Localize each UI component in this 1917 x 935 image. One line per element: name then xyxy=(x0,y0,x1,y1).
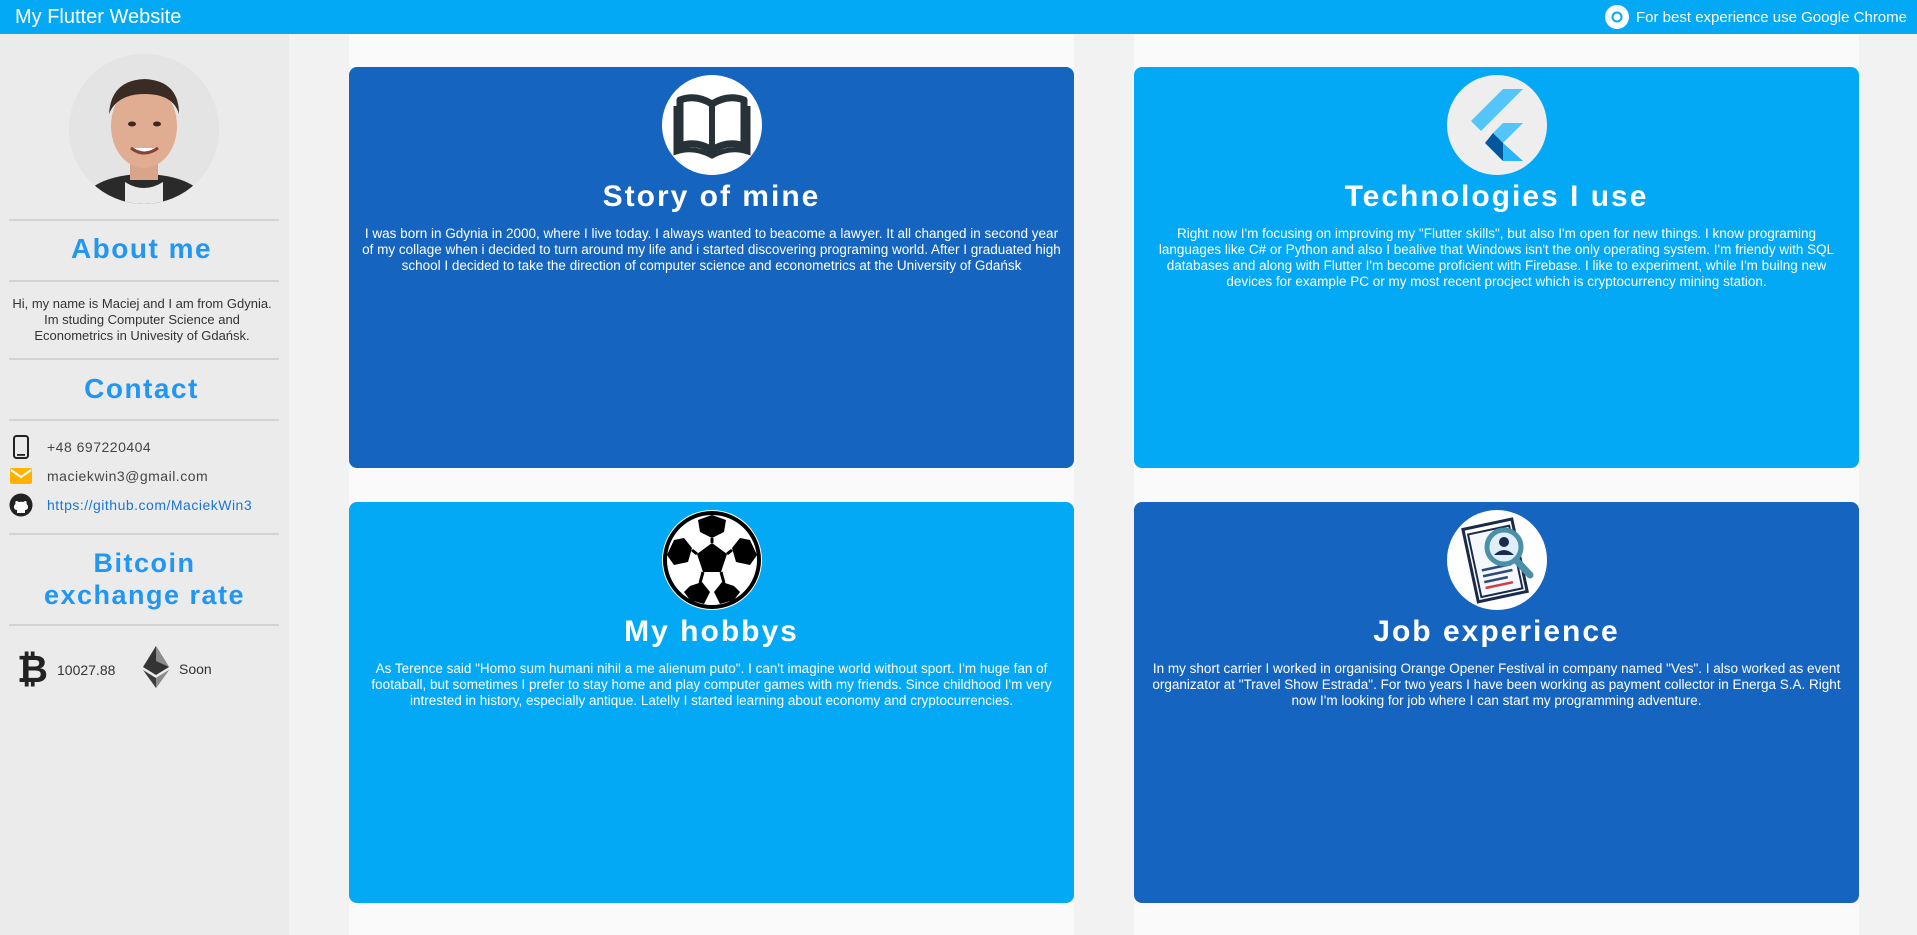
btc-rate: ₿ 10027.88 xyxy=(17,646,115,693)
phone-icon xyxy=(9,435,33,459)
phone-number[interactable]: +48 697220404 xyxy=(47,439,151,455)
card-title: Story of mine xyxy=(602,180,821,213)
bitcoin-heading-line2: exchange rate xyxy=(43,580,246,610)
ethereum-icon xyxy=(143,646,169,691)
app-bar: My Flutter Website For best experience u… xyxy=(0,0,1917,34)
contact-email[interactable]: maciekwin3@gmail.com xyxy=(9,463,208,489)
about-heading: About me xyxy=(70,233,213,264)
card-technologies: Technologies I use Right now I'm focusin… xyxy=(1134,67,1859,468)
avatar xyxy=(69,54,219,204)
resume-search-icon xyxy=(1446,510,1547,610)
btc-rate-value: 10027.88 xyxy=(57,661,116,678)
card-text: In my short carrier I worked in organisi… xyxy=(1152,661,1841,708)
browser-hint: For best experience use Google Chrome xyxy=(1604,4,1907,30)
card-title: My hobbys xyxy=(624,615,799,648)
github-link[interactable]: https://github.com/MaciekWin3 xyxy=(47,497,252,513)
soccer-ball-icon xyxy=(661,510,762,610)
divider xyxy=(9,280,279,282)
card-title: Job experience xyxy=(1373,615,1620,648)
divider xyxy=(9,219,279,221)
card-job: Job experience In my short carrier I wor… xyxy=(1134,502,1859,903)
card-text: Right now I'm focusing on improving my "… xyxy=(1158,226,1835,289)
email-address[interactable]: maciekwin3@gmail.com xyxy=(47,468,208,484)
divider xyxy=(9,624,279,626)
card-title: Technologies I use xyxy=(1344,180,1649,213)
divider xyxy=(9,533,279,535)
bitcoin-icon: ₿ xyxy=(17,646,49,693)
contact-heading: Contact xyxy=(84,373,199,404)
eth-rate: Soon xyxy=(143,646,212,691)
app-title: My Flutter Website xyxy=(15,5,182,28)
github-icon xyxy=(9,493,33,517)
about-text: Hi, my name is Maciej and I am from Gdyn… xyxy=(12,296,272,343)
mail-icon xyxy=(9,464,33,488)
contact-phone[interactable]: +48 697220404 xyxy=(9,434,151,460)
card-text: As Terence said "Homo sum humani nihil a… xyxy=(371,661,1052,708)
flutter-logo-icon xyxy=(1446,75,1547,175)
browser-hint-text: For best experience use Google Chrome xyxy=(1636,8,1907,26)
contact-github[interactable]: https://github.com/MaciekWin3 xyxy=(9,492,252,518)
eth-rate-value: Soon xyxy=(179,660,212,677)
bitcoin-heading-line1: Bitcoin xyxy=(93,548,196,578)
sidebar: About me Hi, my name is Maciej and I am … xyxy=(0,34,289,935)
divider xyxy=(9,419,279,421)
bitcoin-heading: Bitcoin exchange rate xyxy=(3,547,286,611)
card-hobbys: My hobbys As Terence said "Homo sum huma… xyxy=(349,502,1074,903)
card-text: I was born in Gdynia in 2000, where I li… xyxy=(362,226,1061,273)
card-story: Story of mine I was born in Gdynia in 20… xyxy=(349,67,1074,468)
book-icon xyxy=(661,75,762,175)
chrome-icon xyxy=(1604,4,1630,30)
divider xyxy=(9,358,279,360)
svg-text:₿: ₿ xyxy=(17,647,48,690)
